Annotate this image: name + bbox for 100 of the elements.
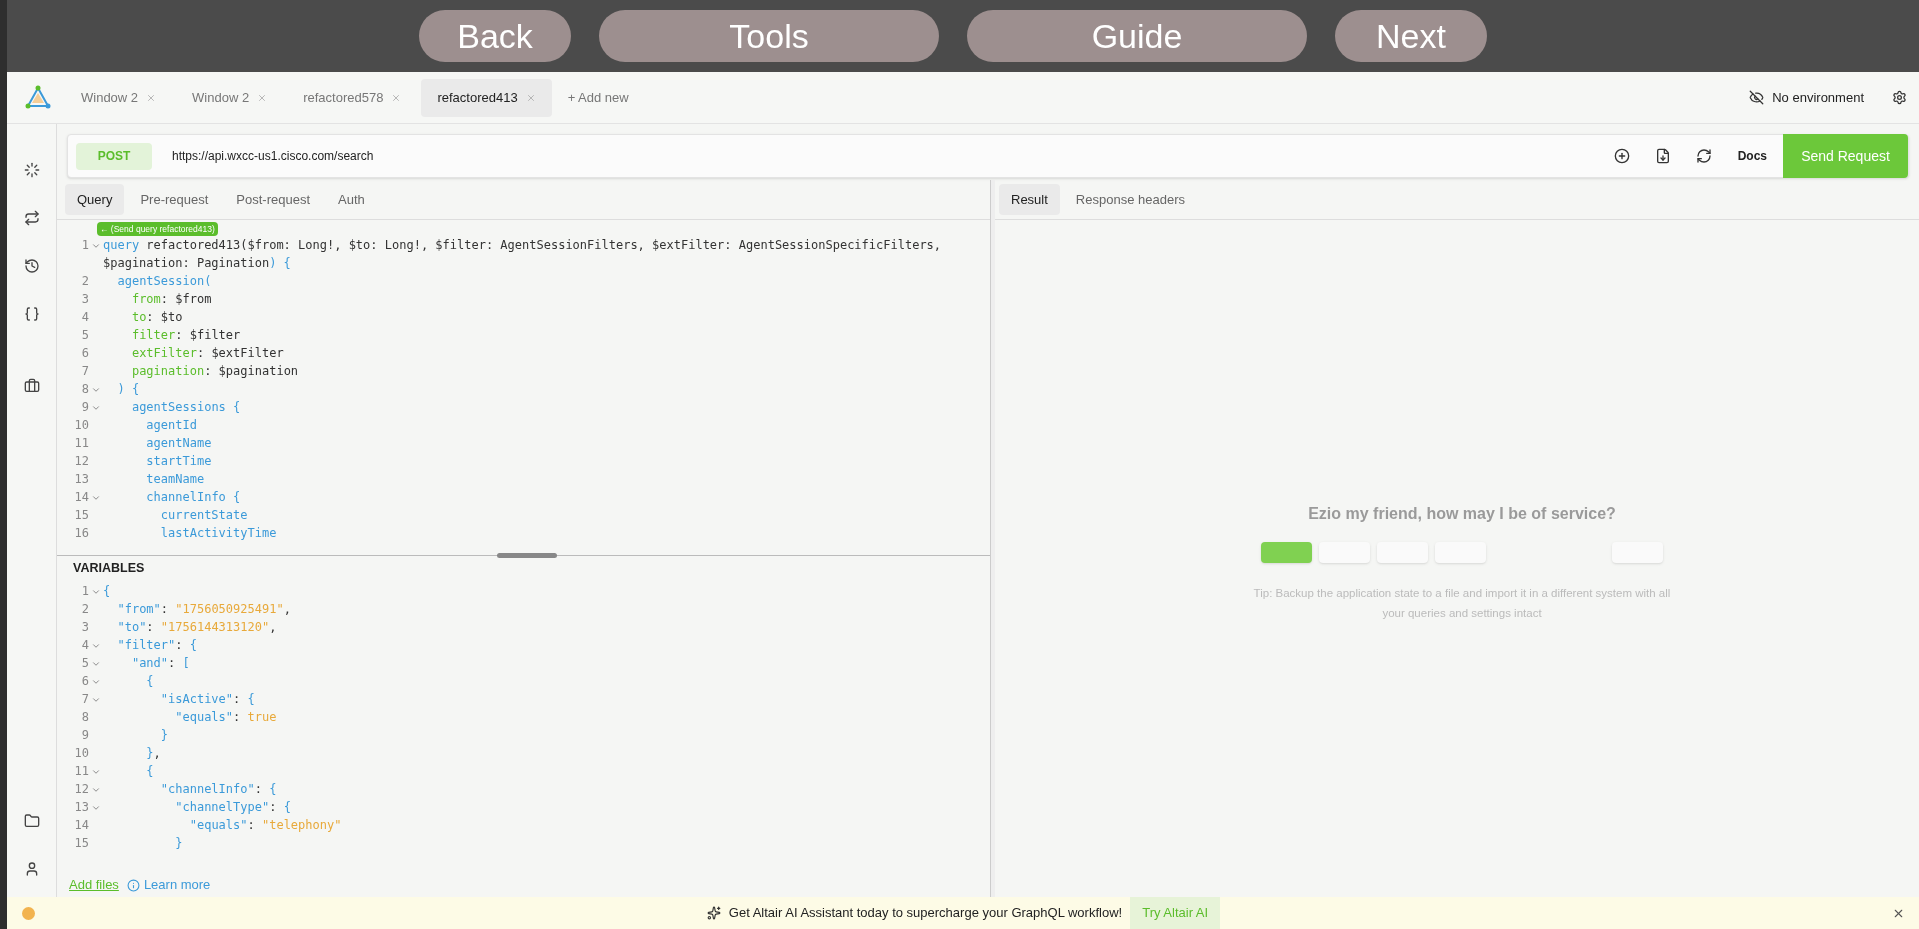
fold-icon[interactable] xyxy=(91,385,101,395)
eye-off-icon xyxy=(1749,90,1765,105)
nav-button[interactable]: Tools xyxy=(599,10,939,62)
window-tab[interactable]: Window 2 xyxy=(176,78,284,117)
tab[interactable]: Post-request xyxy=(224,183,323,216)
fold-icon[interactable] xyxy=(91,403,101,413)
tab[interactable]: Response headers xyxy=(1063,183,1197,216)
add-icon[interactable] xyxy=(1613,148,1630,164)
braces-icon[interactable] xyxy=(23,306,40,322)
send-query-badge[interactable]: ← (Send query refactored413) xyxy=(97,222,218,236)
code-line: "channelType": { xyxy=(174,798,291,816)
settings-icon[interactable] xyxy=(1892,90,1907,105)
code-line: "equals": "telephony" xyxy=(188,816,342,834)
fold-icon[interactable] xyxy=(91,241,101,251)
window-tab[interactable]: refactored578 xyxy=(287,78,418,117)
code-line: "filter": { xyxy=(116,636,197,654)
add-tab-button[interactable]: + Add new xyxy=(555,87,641,108)
line-number: 1 xyxy=(80,237,89,254)
learn-more-link[interactable]: Learn more xyxy=(143,875,211,895)
line-number: 14 xyxy=(73,489,89,506)
url-field[interactable]: https://api.wxcc-us1.cisco.com/search xyxy=(172,147,1614,165)
code-line: currentState xyxy=(159,507,248,524)
line-number: 13 xyxy=(73,471,89,488)
refresh-icon[interactable] xyxy=(1695,148,1712,164)
file-download-icon[interactable] xyxy=(1654,148,1671,164)
window-tab[interactable]: Window 2 xyxy=(65,78,173,117)
line-number: 11 xyxy=(73,435,89,452)
tab[interactable]: Result xyxy=(999,183,1060,216)
line-number: 8 xyxy=(80,381,89,398)
tab[interactable]: Pre-request xyxy=(128,183,221,216)
line-number: 15 xyxy=(73,507,89,524)
nav-button[interactable]: Guide xyxy=(967,10,1307,62)
code-line: agentSession( xyxy=(116,273,212,290)
code-line: "to": "1756144313120", xyxy=(116,618,277,636)
line-number: 16 xyxy=(73,525,89,542)
line-number: 3 xyxy=(80,618,89,636)
line-number: 15 xyxy=(73,834,89,852)
line-number: 14 xyxy=(73,816,89,834)
environment-selector[interactable]: No environment xyxy=(1772,87,1864,108)
line-number: 9 xyxy=(80,399,89,416)
line-number: 5 xyxy=(80,327,89,344)
code-line: } xyxy=(159,726,169,744)
code-line: { xyxy=(145,762,154,780)
line-number: 2 xyxy=(80,600,89,618)
sparkles-icon xyxy=(706,906,721,920)
code-line: "from": "1756050925491", xyxy=(116,600,291,618)
code-line: } xyxy=(174,834,183,852)
window-tab[interactable]: refactored413 xyxy=(421,78,552,117)
code-line: "channelInfo": { xyxy=(159,780,277,798)
tab-label: Window 2 xyxy=(81,88,139,107)
tab-label: refactored413 xyxy=(437,88,518,107)
variables-title: VARIABLES xyxy=(73,560,146,577)
line-number: 9 xyxy=(80,726,89,744)
tab-label: Window 2 xyxy=(192,88,250,107)
line-number: 12 xyxy=(73,780,89,798)
swap-icon[interactable] xyxy=(23,210,40,226)
folder-icon[interactable] xyxy=(23,813,40,829)
line-number: 6 xyxy=(80,345,89,362)
code-line: teamName xyxy=(145,471,205,488)
nav-button[interactable]: Next xyxy=(1335,10,1487,62)
code-line: extFilter: $extFilter xyxy=(130,345,284,362)
tab[interactable]: Query xyxy=(65,183,125,216)
line-number: 7 xyxy=(80,690,89,708)
code-line: { xyxy=(145,672,154,690)
line-number: 1 xyxy=(80,582,89,600)
docs-button[interactable]: Docs xyxy=(1727,147,1777,165)
line-number: 13 xyxy=(73,798,89,816)
briefcase-icon[interactable] xyxy=(23,378,40,394)
code-line: to: $to xyxy=(130,309,183,326)
line-number: 6 xyxy=(80,672,89,690)
line-number: 5 xyxy=(80,654,89,672)
code-line: agentName xyxy=(145,435,212,452)
code-line: ) { xyxy=(116,381,140,398)
code-line: "and": [ xyxy=(130,654,190,672)
line-number: 12 xyxy=(73,453,89,470)
code-line: pagination: $pagination xyxy=(130,363,299,380)
code-line: lastActivityTime xyxy=(159,525,277,542)
line-number: 11 xyxy=(73,762,89,780)
history-icon[interactable] xyxy=(23,258,40,274)
spinner-icon[interactable] xyxy=(23,162,40,178)
nav-button[interactable]: Back xyxy=(419,10,571,62)
line-number: 10 xyxy=(73,417,89,434)
code-line: { xyxy=(103,582,111,600)
code-line: filter: $filter xyxy=(130,327,241,344)
line-number: 3 xyxy=(80,291,89,308)
line-number: 4 xyxy=(80,636,89,654)
line-number: 10 xyxy=(73,744,89,762)
tab[interactable]: Auth xyxy=(326,183,377,216)
info-icon xyxy=(126,878,140,892)
code-line: }, xyxy=(145,744,161,762)
resize-handle[interactable] xyxy=(497,553,557,558)
add-files-link[interactable]: Add files xyxy=(69,875,119,895)
code-line: agentSessions { xyxy=(130,399,241,416)
code-line: channelInfo { xyxy=(145,489,241,506)
welcome-title: Ezio my friend, how may I be of service? xyxy=(1308,504,1616,524)
logo-icon xyxy=(25,84,51,111)
banner-text: Get Altair AI Assistant today to supercharge your GraphQL workflow! xyxy=(728,904,1123,923)
fold-icon[interactable] xyxy=(91,493,101,503)
line-number: 7 xyxy=(80,363,89,380)
line-number: 8 xyxy=(80,708,89,726)
